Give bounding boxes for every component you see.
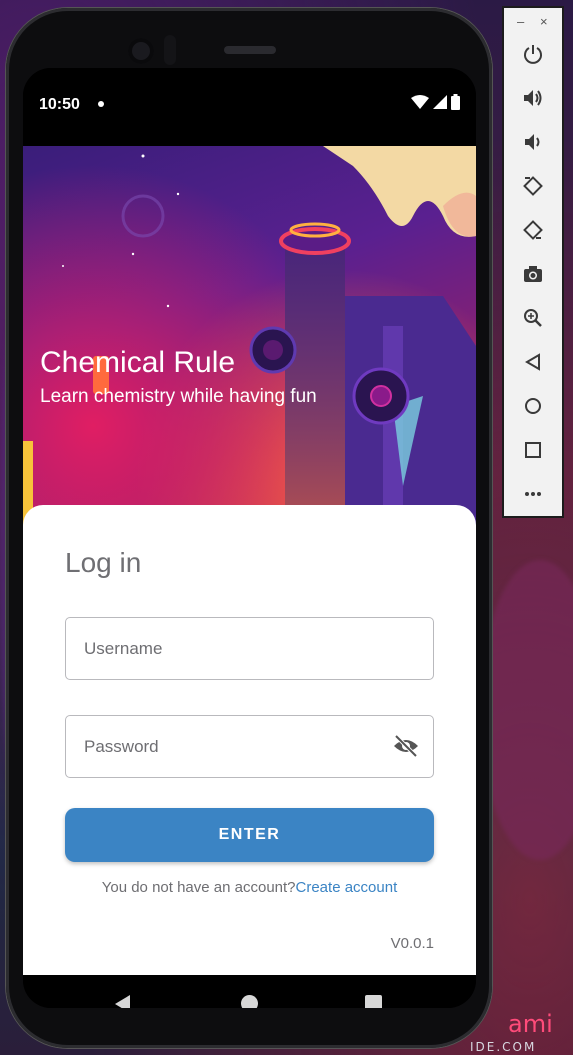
rotate-right-icon[interactable] (521, 218, 545, 242)
wifi-icon (411, 95, 429, 109)
notification-dot (98, 101, 104, 107)
power-icon[interactable] (521, 42, 545, 66)
toolbar-window-controls: – × (504, 14, 562, 32)
create-account-link[interactable]: Create account (296, 879, 398, 896)
login-card: Log in Username Password ENTER You do no… (23, 505, 476, 975)
signup-prompt: You do not have an account?Create accoun… (23, 879, 476, 896)
battery-icon (451, 94, 460, 110)
volume-up-icon[interactable] (521, 86, 545, 110)
phone-frame: 10:50 Chemical Rule Learn chemistry whil… (6, 8, 492, 1048)
hero-banner: Chemical Rule Learn chemistry while havi… (23, 146, 476, 526)
enter-button[interactable]: ENTER (65, 808, 434, 862)
app-subtitle: Learn chemistry while having fun (40, 386, 317, 407)
username-placeholder: Username (84, 639, 163, 658)
camera-sensor (164, 35, 176, 65)
zoom-icon[interactable] (521, 306, 545, 330)
screen: 10:50 Chemical Rule Learn chemistry whil… (23, 68, 476, 1008)
login-title: Log in (65, 547, 142, 578)
hero-illustration (23, 146, 476, 526)
minimize-button[interactable]: – (517, 14, 524, 29)
close-button[interactable]: × (540, 14, 548, 29)
nav-home-icon[interactable] (241, 995, 258, 1008)
watermark-text: ami (508, 1010, 553, 1038)
front-camera (128, 38, 154, 64)
overview-icon[interactable] (521, 438, 545, 462)
status-icons (411, 94, 460, 110)
password-field[interactable]: Password (65, 715, 434, 778)
rotate-left-icon[interactable] (521, 174, 545, 198)
toggle-password-visibility-icon[interactable] (393, 734, 419, 763)
app-version: V0.0.1 (390, 935, 434, 952)
nav-recents-icon[interactable] (365, 995, 382, 1008)
back-icon[interactable] (521, 350, 545, 374)
more-icon[interactable] (521, 482, 545, 506)
no-account-text: You do not have an account? (101, 879, 296, 896)
status-bar: 10:50 (23, 68, 476, 146)
volume-down-icon[interactable] (521, 130, 545, 154)
username-field[interactable]: Username (65, 617, 434, 680)
emulator-toolbar: – × (502, 6, 564, 518)
bg-glow (480, 560, 573, 860)
camera-icon[interactable] (521, 262, 545, 286)
status-time: 10:50 (39, 96, 80, 113)
earpiece-speaker (224, 46, 276, 54)
home-icon[interactable] (521, 394, 545, 418)
watermark-text-2: IDE.COM (470, 1040, 537, 1054)
app-title: Chemical Rule (40, 346, 236, 379)
signal-icon (433, 95, 447, 109)
password-placeholder: Password (84, 737, 159, 756)
nav-back-icon[interactable] (115, 995, 130, 1008)
navigation-bar (23, 975, 476, 1008)
